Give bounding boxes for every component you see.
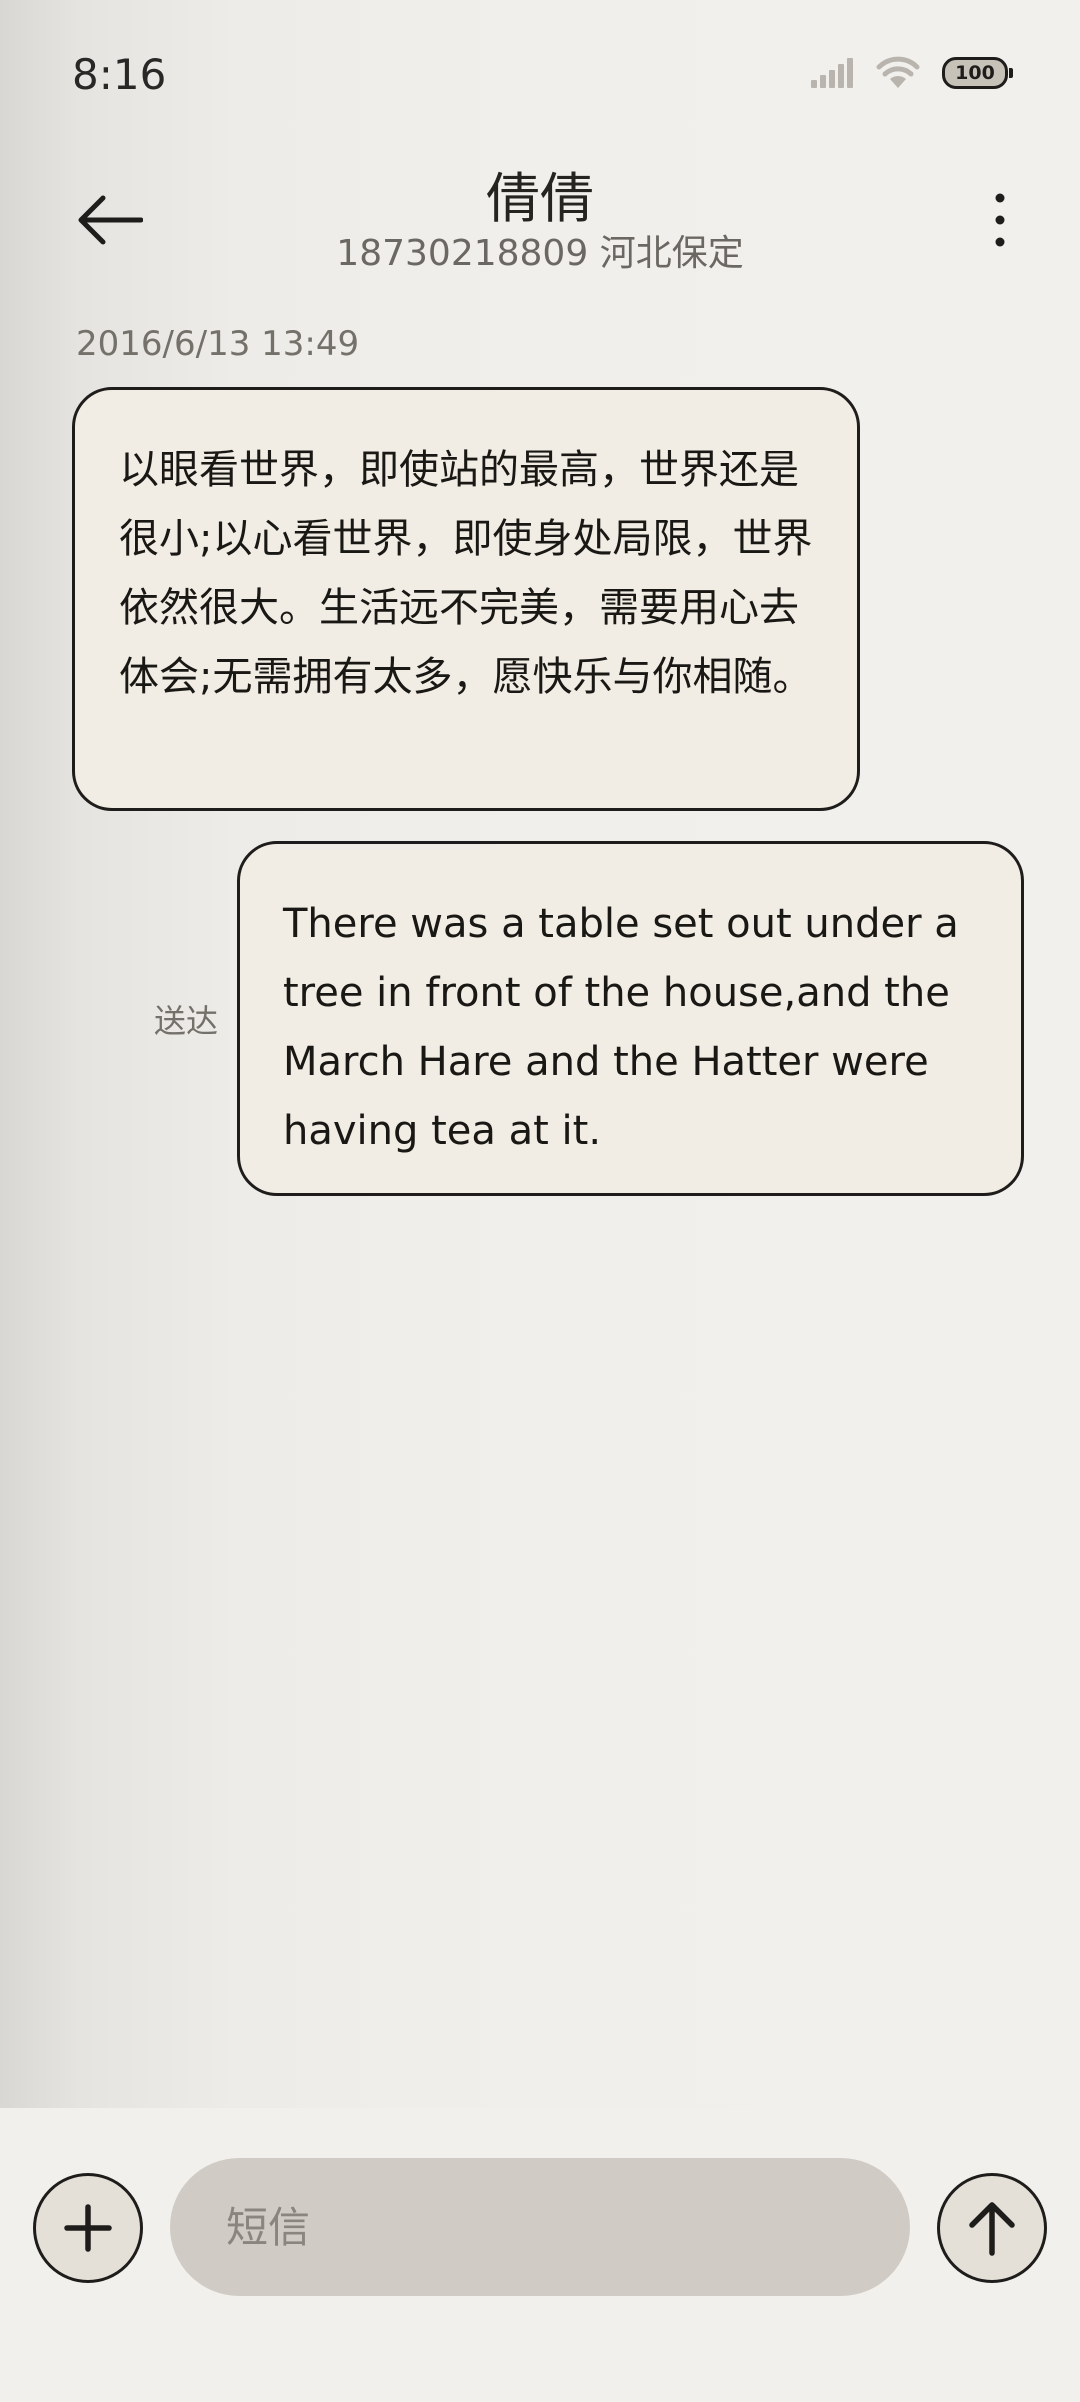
contact-number-location: 18730218809 河北保定 — [336, 233, 744, 274]
status-bar: 8:16 100 — [0, 0, 1080, 150]
battery-icon: 100 — [942, 57, 1013, 89]
incoming-message-text: 以眼看世界，即使站的最高，世界还是很小;以心看世界，即使身处局限，世界依然很大。… — [119, 447, 813, 700]
conversation-header: 倩倩 18730218809 河北保定 — [0, 150, 1080, 290]
status-time: 8:16 — [72, 50, 167, 99]
battery-level: 100 — [955, 62, 995, 84]
status-icons: 100 — [810, 56, 1013, 90]
incoming-message-bubble[interactable]: 以眼看世界，即使站的最高，世界还是很小;以心看世界，即使身处局限，世界依然很大。… — [72, 387, 860, 811]
outgoing-message-text: There was a table set out under a tree i… — [283, 901, 959, 1154]
plus-icon — [64, 2204, 112, 2252]
message-composer — [0, 2108, 1080, 2402]
more-options-button[interactable] — [970, 180, 1030, 260]
wifi-icon — [876, 56, 920, 88]
add-attachment-button[interactable] — [33, 2173, 143, 2283]
send-arrow-up-icon — [969, 2202, 1015, 2256]
more-vertical-icon — [995, 193, 1005, 247]
send-button[interactable] — [937, 2173, 1047, 2283]
delivery-status: 送达 — [154, 1002, 219, 1040]
contact-name: 倩倩 — [486, 167, 594, 230]
outgoing-message-bubble[interactable]: There was a table set out under a tree i… — [237, 841, 1024, 1196]
signal-icon — [811, 58, 853, 88]
message-input[interactable] — [170, 2158, 910, 2296]
message-timestamp: 2016/6/13 13:49 — [76, 324, 360, 364]
